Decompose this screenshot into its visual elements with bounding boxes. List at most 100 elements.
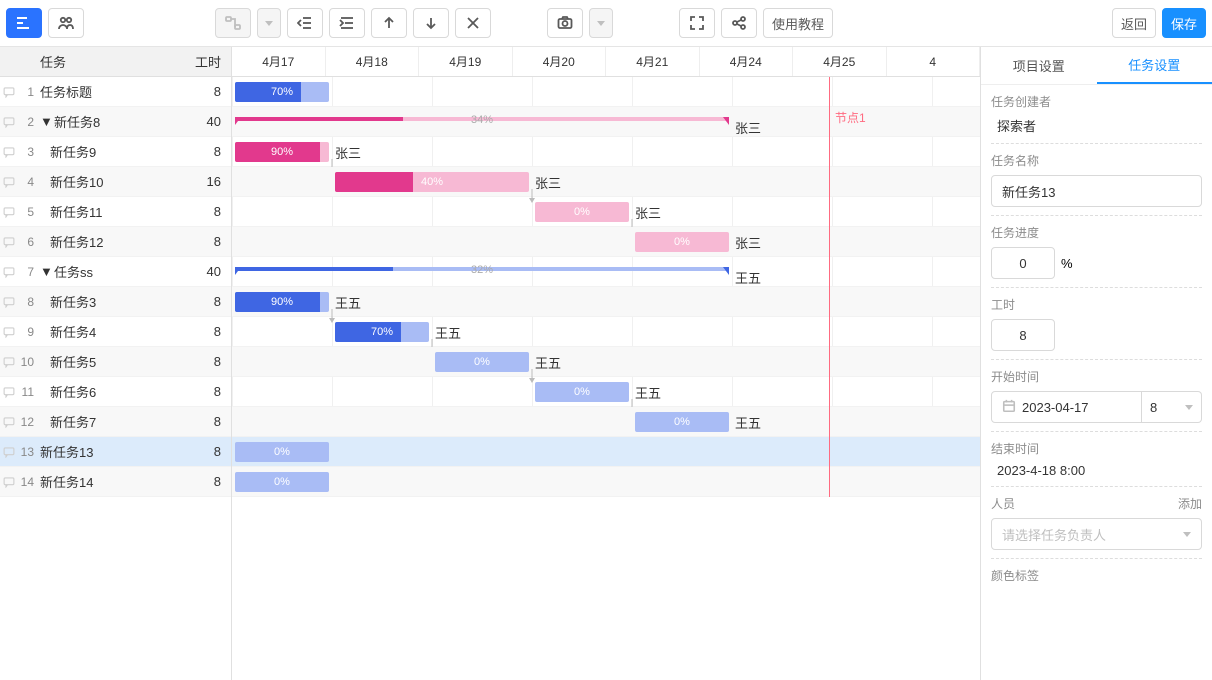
date-header: 4月17 <box>232 47 326 76</box>
progress-input[interactable] <box>991 247 1055 279</box>
comment-icon[interactable] <box>0 236 18 248</box>
table-row[interactable]: 12新任务78 <box>0 407 231 437</box>
task-bar[interactable]: 0%王五 <box>535 382 629 402</box>
task-bar[interactable]: 0%王五 <box>435 352 529 372</box>
tab-task-settings[interactable]: 任务设置 <box>1097 47 1212 84</box>
col-task: 任务 <box>0 52 181 71</box>
view-gantt-button[interactable] <box>6 8 42 38</box>
table-row[interactable]: 13新任务138 <box>0 437 231 467</box>
save-button[interactable]: 保存 <box>1162 8 1206 38</box>
bar-assignee: 张三 <box>735 233 761 252</box>
table-row[interactable]: 3新任务98 <box>0 137 231 167</box>
bar-progress: 90% <box>271 146 293 158</box>
task-name: 新任务7 <box>38 412 187 431</box>
table-row[interactable]: 5新任务118 <box>0 197 231 227</box>
comment-icon[interactable] <box>0 296 18 308</box>
gantt-row: 0%王五 <box>232 407 980 437</box>
bar-progress: 0% <box>574 386 590 398</box>
table-row[interactable]: 14新任务148 <box>0 467 231 497</box>
person-select[interactable]: 请选择任务负责人 <box>991 518 1202 550</box>
row-hours: 8 <box>187 354 231 369</box>
gantt-row: 90%王五 <box>232 287 980 317</box>
outdent-button[interactable] <box>287 8 323 38</box>
comment-icon[interactable] <box>0 116 18 128</box>
fullscreen-button[interactable] <box>679 8 715 38</box>
summary-bar[interactable]: 34%张三 <box>235 117 729 125</box>
bar-assignee: 王五 <box>735 268 761 287</box>
indent-button[interactable] <box>329 8 365 38</box>
comment-icon[interactable] <box>0 416 18 428</box>
move-up-button[interactable] <box>371 8 407 38</box>
table-row[interactable]: 7▼任务ss40 <box>0 257 231 287</box>
task-name-input[interactable] <box>991 175 1202 207</box>
task-bar[interactable]: 0%张三 <box>635 232 729 252</box>
milestone-marker[interactable]: 节点1 <box>829 77 830 497</box>
table-row[interactable]: 9新任务48 <box>0 317 231 347</box>
task-bar[interactable]: 70%王五 <box>335 322 429 342</box>
caret-down-icon[interactable]: ▼ <box>40 114 50 129</box>
table-row[interactable]: 1任务标题8 <box>0 77 231 107</box>
comment-icon[interactable] <box>0 146 18 158</box>
row-hours: 8 <box>187 294 231 309</box>
date-header: 4月18 <box>326 47 420 76</box>
comment-icon[interactable] <box>0 176 18 188</box>
comment-icon[interactable] <box>0 386 18 398</box>
bar-progress: 32% <box>471 264 493 276</box>
summary-bar[interactable]: 32%王五 <box>235 267 729 275</box>
table-row[interactable]: 8新任务38 <box>0 287 231 317</box>
delete-button[interactable] <box>455 8 491 38</box>
date-header: 4 <box>887 47 981 76</box>
creator-value: 探索者 <box>991 116 1202 135</box>
link-dropdown-button[interactable] <box>257 8 281 38</box>
task-bar[interactable]: 0% <box>235 472 329 492</box>
comment-icon[interactable] <box>0 326 18 338</box>
person-label: 人员 添加 <box>991 495 1202 512</box>
task-bar[interactable]: 90%张三 <box>235 142 329 162</box>
end-label: 结束时间 <box>991 440 1202 457</box>
bar-progress: 34% <box>471 114 493 126</box>
link-button[interactable] <box>215 8 251 38</box>
start-date-input[interactable]: 2023-04-17 <box>991 391 1142 423</box>
comment-icon[interactable] <box>0 86 18 98</box>
table-row[interactable]: 11新任务68 <box>0 377 231 407</box>
screenshot-dropdown-button[interactable] <box>589 8 613 38</box>
comment-icon[interactable] <box>0 356 18 368</box>
move-down-button[interactable] <box>413 8 449 38</box>
comment-icon[interactable] <box>0 446 18 458</box>
person-add-link[interactable]: 添加 <box>1178 495 1202 512</box>
row-hours: 8 <box>187 204 231 219</box>
table-row[interactable]: 4新任务1016 <box>0 167 231 197</box>
task-bar[interactable]: 70% <box>235 82 329 102</box>
hours-input[interactable] <box>991 319 1055 351</box>
side-panel: 项目设置 任务设置 任务创建者 探索者 任务名称 任务进度 % 工时 <box>980 47 1212 680</box>
table-row[interactable]: 10新任务58 <box>0 347 231 377</box>
task-bar[interactable]: 90%王五 <box>235 292 329 312</box>
row-hours: 8 <box>187 384 231 399</box>
table-row[interactable]: 6新任务128 <box>0 227 231 257</box>
table-row[interactable]: 2▼新任务840 <box>0 107 231 137</box>
color-label: 颜色标签 <box>991 567 1202 584</box>
share-button[interactable] <box>721 8 757 38</box>
task-bar[interactable]: 40%张三 <box>335 172 529 192</box>
comment-icon[interactable] <box>0 206 18 218</box>
caret-down-icon[interactable]: ▼ <box>40 264 50 279</box>
view-people-button[interactable] <box>48 8 84 38</box>
task-bar[interactable]: 0%王五 <box>635 412 729 432</box>
row-hours: 40 <box>187 114 231 129</box>
row-index: 7 <box>18 265 38 279</box>
task-bar[interactable]: 0%张三 <box>535 202 629 222</box>
task-table: 任务 工时 1任务标题82▼新任务8403新任务984新任务10165新任务11… <box>0 47 232 680</box>
start-hour-select[interactable]: 8 <box>1142 391 1202 423</box>
back-button[interactable]: 返回 <box>1112 8 1156 38</box>
comment-icon[interactable] <box>0 266 18 278</box>
tab-project-settings[interactable]: 项目设置 <box>981 47 1097 84</box>
screenshot-button[interactable] <box>547 8 583 38</box>
row-index: 4 <box>18 175 38 189</box>
gantt-row: 70% <box>232 77 980 107</box>
comment-icon[interactable] <box>0 476 18 488</box>
row-hours: 8 <box>187 324 231 339</box>
task-bar[interactable]: 0% <box>235 442 329 462</box>
gantt-row: 0%张三 <box>232 227 980 257</box>
tutorial-button[interactable]: 使用教程 <box>763 8 833 38</box>
task-name: 新任务9 <box>38 142 187 161</box>
